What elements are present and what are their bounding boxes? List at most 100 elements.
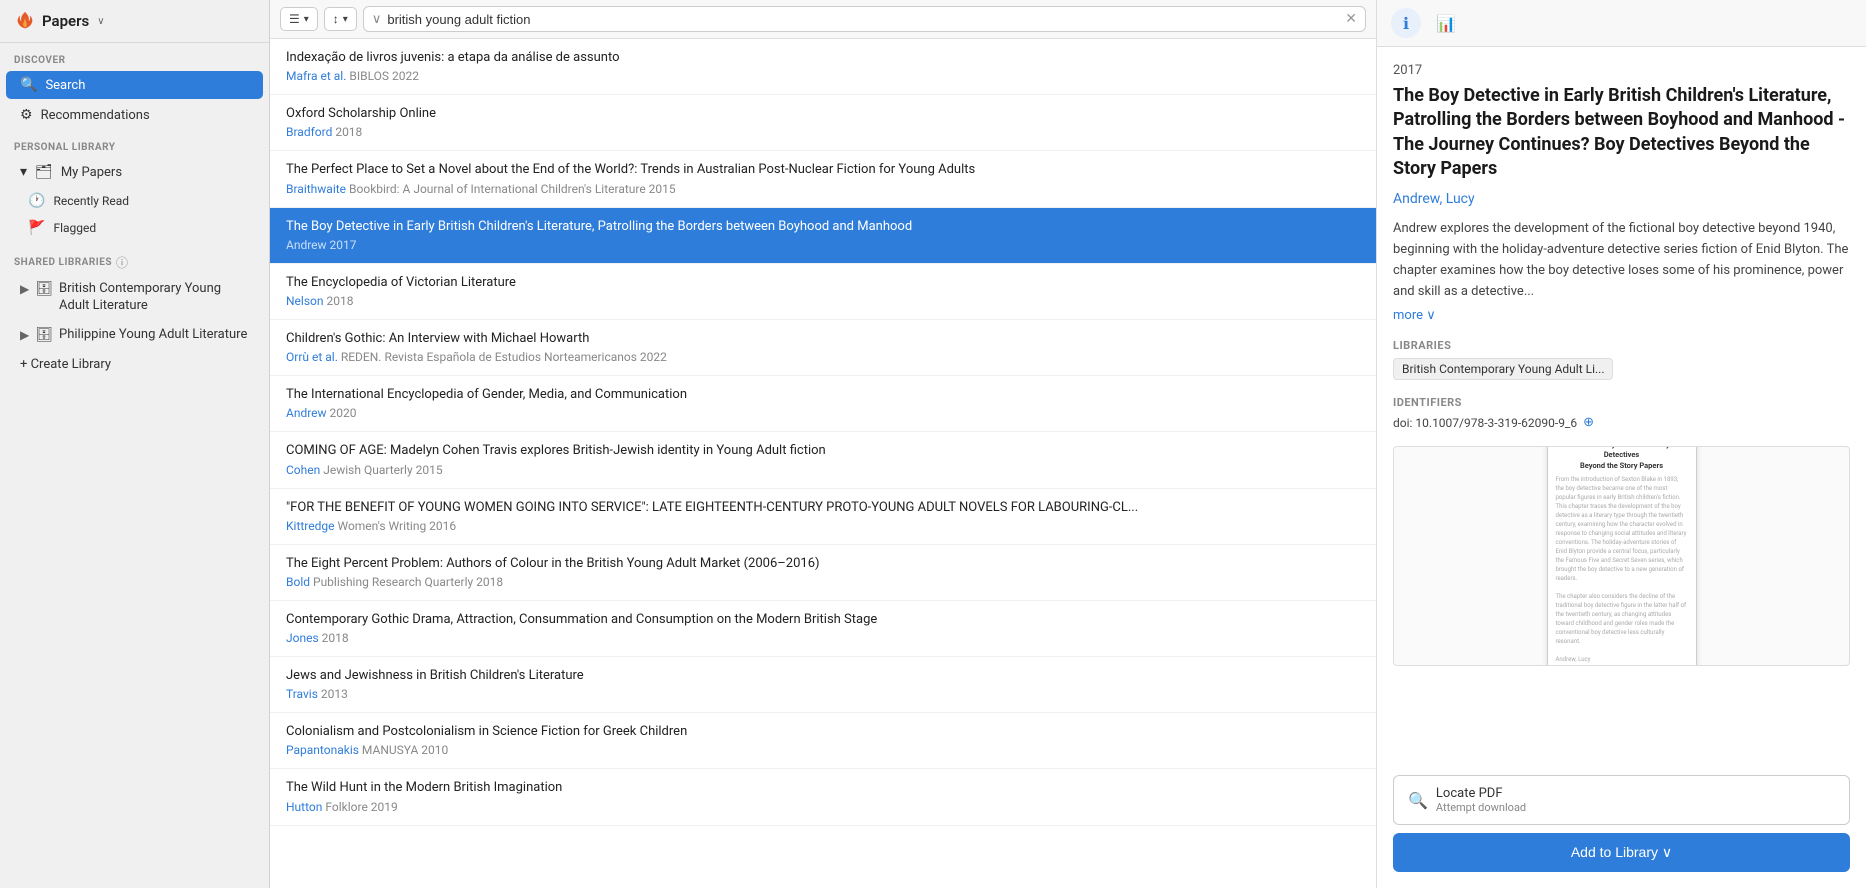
add-to-library-button[interactable]: Add to Library ∨ [1393, 833, 1850, 872]
result-author: Andrew [286, 406, 327, 420]
app-chevron[interactable]: ∨ [97, 16, 104, 27]
expand-icon-philippine: ▶ [20, 328, 29, 342]
result-meta: Braithwaite Bookbird: A Journal of Inter… [286, 182, 1360, 197]
sort-chevron: ▾ [343, 14, 348, 25]
search-clear-button[interactable]: ✕ [1345, 11, 1357, 27]
result-title: The Wild Hunt in the Modern British Imag… [286, 779, 1360, 797]
detail-info-button[interactable]: ℹ [1391, 8, 1421, 38]
result-author: Kittredge [286, 519, 335, 533]
detail-more-link[interactable]: more ∨ [1393, 308, 1436, 323]
result-meta: Jones 2018 [286, 631, 1360, 646]
expand-icon-british: ▶ [20, 282, 29, 296]
pdf-title: The Journey Continues? Boy DetectivesBey… [1556, 446, 1688, 471]
result-author: Nelson [286, 294, 324, 308]
result-item[interactable]: The Boy Detective in Early British Child… [270, 208, 1376, 264]
detail-abstract: Andrew explores the development of the f… [1393, 219, 1850, 302]
locate-search-icon: 🔍 [1408, 791, 1428, 810]
result-venue: Bookbird: A Journal of International Chi… [346, 182, 676, 196]
shared-libraries-label: SHARED LIBRARIES [14, 257, 112, 268]
result-item[interactable]: The Eight Percent Problem: Authors of Co… [270, 545, 1376, 601]
result-item[interactable]: Contemporary Gothic Drama, Attraction, C… [270, 601, 1376, 657]
result-meta: Papantonakis MANUSYA 2010 [286, 743, 1360, 758]
result-meta: Andrew 2020 [286, 406, 1360, 421]
list-chevron: ▾ [304, 14, 309, 25]
result-item[interactable]: Children's Gothic: An Interview with Mic… [270, 320, 1376, 376]
detail-author[interactable]: Andrew, Lucy [1393, 191, 1850, 207]
detail-header: ℹ 📊 [1377, 0, 1866, 47]
discover-section-label: DISCOVER [0, 43, 269, 70]
sidebar-flagged-label: Flagged [53, 221, 96, 235]
library-tag[interactable]: British Contemporary Young Adult Li... [1393, 358, 1613, 380]
expand-icon: ▾ [20, 164, 27, 180]
result-venue: Publishing Research Quarterly 2018 [310, 575, 503, 589]
sidebar-header: Papers ∨ [0, 0, 269, 43]
sidebar-item-philippine-ya[interactable]: ▶ 🗄 Philippine Young Adult Literature [6, 322, 263, 349]
sidebar-item-flagged[interactable]: 🚩 Flagged [20, 215, 263, 241]
doi-copy-button[interactable]: ⊕ [1583, 415, 1594, 430]
result-venue: 2018 [332, 125, 362, 139]
result-author: Bradford [286, 125, 332, 139]
pdf-text-preview: From the introduction of Sexton Blake in… [1556, 475, 1688, 666]
sidebar-item-search[interactable]: 🔍 Search [6, 71, 263, 99]
philippine-ya-label: Philippine Young Adult Literature [59, 327, 247, 344]
result-venue: Folklore 2019 [322, 800, 397, 814]
result-title: Contemporary Gothic Drama, Attraction, C… [286, 611, 1360, 629]
result-title: Oxford Scholarship Online [286, 105, 1360, 123]
library-icon-british: 🗄 [35, 281, 53, 297]
result-meta: Cohen Jewish Quarterly 2015 [286, 463, 1360, 478]
search-dropdown-icon[interactable]: ∨ [372, 12, 382, 27]
result-author: Braithwaite [286, 182, 346, 196]
detail-title: The Boy Detective in Early British Child… [1393, 84, 1850, 181]
result-author: Cohen [286, 463, 320, 477]
result-title: The Boy Detective in Early British Child… [286, 218, 1360, 236]
sidebar: Papers ∨ DISCOVER 🔍 Search ⚙ Recommendat… [0, 0, 270, 888]
sort-button[interactable]: ↕ ▾ [324, 7, 357, 31]
result-meta: Travis 2013 [286, 687, 1360, 702]
detail-chart-button[interactable]: 📊 [1431, 8, 1461, 38]
result-author: Bold [286, 575, 310, 589]
sort-icon: ↕ [333, 12, 339, 26]
sidebar-mypapers-label: My Papers [61, 165, 122, 180]
toolbar: ☰ ▾ ↕ ▾ ∨ ✕ [270, 0, 1376, 39]
result-item[interactable]: The International Encyclopedia of Gender… [270, 376, 1376, 432]
sidebar-create-library[interactable]: + Create Library [6, 351, 263, 378]
result-venue: Women's Writing 2016 [335, 519, 457, 533]
locate-pdf-button[interactable]: 🔍 Locate PDF Attempt download [1393, 775, 1850, 825]
results-list: Indexação de livros juvenis: a etapa da … [270, 39, 1376, 888]
result-author: Papantonakis [286, 743, 359, 757]
result-item[interactable]: Colonialism and Postcolonialism in Scien… [270, 713, 1376, 769]
create-library-label: + Create Library [20, 357, 111, 372]
result-title: The Perfect Place to Set a Novel about t… [286, 161, 1360, 179]
result-meta: Kittredge Women's Writing 2016 [286, 519, 1360, 534]
result-title: The Encyclopedia of Victorian Literature [286, 274, 1360, 292]
shared-libraries-header: SHARED LIBRARIES ⓘ [0, 242, 269, 275]
result-venue: 2017 [327, 238, 357, 252]
result-item[interactable]: Indexação de livros juvenis: a etapa da … [270, 39, 1376, 95]
sidebar-item-recommendations[interactable]: ⚙ Recommendations [6, 101, 263, 129]
detail-year: 2017 [1393, 63, 1850, 78]
result-title: Children's Gothic: An Interview with Mic… [286, 330, 1360, 348]
result-item[interactable]: Oxford Scholarship Online Bradford 2018 [270, 95, 1376, 151]
sidebar-item-british-ya[interactable]: ▶ 🗄 British Contemporary Young Adult Lit… [6, 276, 263, 320]
search-input[interactable] [387, 12, 1339, 27]
app-name: Papers [42, 12, 89, 30]
result-title: Colonialism and Postcolonialism in Scien… [286, 723, 1360, 741]
locate-pdf-sub: Attempt download [1436, 801, 1526, 814]
clock-icon: 🕐 [28, 193, 45, 209]
sidebar-item-mypapers[interactable]: ▾ 🗂 My Papers [6, 158, 263, 186]
result-item[interactable]: The Perfect Place to Set a Novel about t… [270, 151, 1376, 207]
result-title: Indexação de livros juvenis: a etapa da … [286, 49, 1360, 67]
shared-libraries-info: ⓘ [116, 254, 128, 271]
list-view-button[interactable]: ☰ ▾ [280, 7, 318, 31]
result-item[interactable]: COMING OF AGE: Madelyn Cohen Travis expl… [270, 432, 1376, 488]
result-item[interactable]: The Wild Hunt in the Modern British Imag… [270, 769, 1376, 825]
result-author: Orrù et al. [286, 350, 338, 364]
result-venue: 2018 [319, 631, 349, 645]
result-meta: Hutton Folklore 2019 [286, 800, 1360, 815]
result-meta: Bradford 2018 [286, 125, 1360, 140]
result-item[interactable]: The Encyclopedia of Victorian Literature… [270, 264, 1376, 320]
result-item[interactable]: "FOR THE BENEFIT OF YOUNG WOMEN GOING IN… [270, 489, 1376, 545]
sidebar-item-recentlyread[interactable]: 🕐 Recently Read [20, 188, 263, 214]
result-title: The Eight Percent Problem: Authors of Co… [286, 555, 1360, 573]
result-item[interactable]: Jews and Jewishness in British Children'… [270, 657, 1376, 713]
